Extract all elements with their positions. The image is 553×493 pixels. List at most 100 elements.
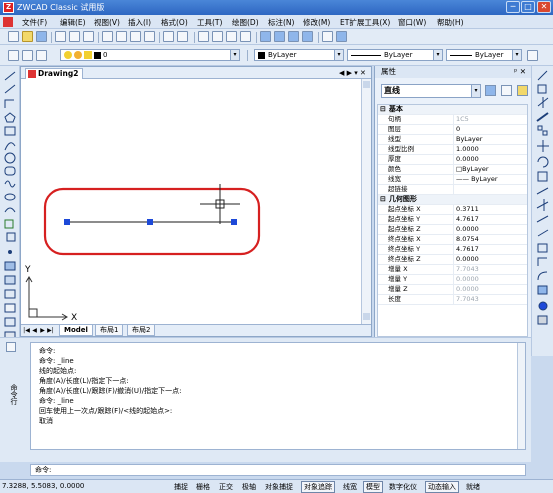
print-preview-icon[interactable] [69,31,80,42]
property-row[interactable]: 起点坐标 Y 4.7617 [378,215,527,225]
property-row[interactable]: 终点坐标 Y 4.7617 [378,245,527,255]
prev-layout-button[interactable]: ◀ [31,326,38,335]
property-value[interactable]: 7.7043 [456,295,527,304]
point-icon[interactable] [8,250,12,254]
command-window-icon[interactable] [6,342,16,352]
make-block-icon[interactable] [6,232,16,242]
status-toggle-button[interactable]: 正交 [216,481,236,493]
print-icon[interactable] [55,31,66,42]
property-value[interactable]: 0.0000 [456,155,527,164]
ellipse-icon[interactable] [4,193,16,201]
help-icon[interactable] [336,31,347,42]
rotate-icon[interactable] [537,156,549,168]
move-icon[interactable] [537,140,549,152]
join-icon[interactable] [537,243,548,253]
polyline-icon[interactable] [4,99,14,108]
arc-icon[interactable] [4,142,16,151]
undo-icon[interactable] [163,31,174,42]
property-row[interactable]: 终点坐标 Z 0.0000 [378,255,527,265]
status-toggle-button[interactable]: 动态输入 [425,481,459,493]
properties-controls[interactable]: ᵖ ✕ [514,66,526,78]
zoom-previous-icon[interactable] [240,31,251,42]
extend-icon[interactable] [536,215,549,223]
line-icon[interactable] [4,71,16,81]
status-toggle-button[interactable]: 栅格 [193,481,213,493]
array-icon[interactable] [537,125,543,131]
spline-icon[interactable] [4,180,16,188]
chamfer-icon[interactable] [537,257,547,266]
drawing-window-controls[interactable]: ◀ ▶ ▾ ✕ [339,69,366,77]
new-icon[interactable] [8,31,19,42]
status-toggle-button[interactable]: 数字化仪 [386,481,420,493]
property-value[interactable]: ByLayer [456,135,527,144]
property-row[interactable]: 线型 ByLayer [378,135,527,145]
drawing-canvas[interactable]: Y X [21,79,361,324]
menu-window[interactable]: 窗口(W) [398,17,426,28]
mirror-icon[interactable] [537,97,549,108]
property-row[interactable]: 超链接 [378,185,527,195]
wipeout-icon[interactable] [4,317,16,327]
tab-layout2[interactable]: 布局2 [127,325,156,336]
property-value[interactable]: 0.3711 [456,205,527,214]
linetype-select[interactable]: ByLayer ▾ [347,49,443,61]
design-center-icon[interactable] [274,31,285,42]
select-objects-icon[interactable] [501,85,512,96]
edit-text-icon[interactable] [537,315,548,325]
match-properties-icon[interactable] [144,31,155,42]
rectangle-icon[interactable] [4,126,16,136]
menu-modify[interactable]: 修改(M) [303,17,330,28]
menu-tools[interactable]: 工具(T) [197,17,222,28]
break-icon[interactable] [537,229,549,237]
close-button[interactable]: ✕ [537,1,551,13]
tab-model[interactable]: Model [59,325,93,336]
cut-icon[interactable] [102,31,113,42]
property-value[interactable]: 4.7617 [456,215,527,224]
hatch-icon[interactable] [4,261,16,271]
property-value[interactable]: □ByLayer [456,165,527,174]
grip-start[interactable] [64,219,70,225]
calculator-icon[interactable] [322,31,333,42]
drawing-vertical-scrollbar[interactable] [361,79,371,324]
property-value[interactable]: 4.7617 [456,245,527,254]
grip-end[interactable] [231,219,237,225]
quick-select-icon[interactable] [517,85,528,96]
grip-mid[interactable] [147,219,153,225]
make-current-layer-icon[interactable] [36,50,47,61]
menu-view[interactable]: 视图(V) [94,17,120,28]
menu-dimension[interactable]: 标注(N) [268,17,294,28]
drawing-tab[interactable]: Drawing2 [25,68,84,79]
erase-icon[interactable] [537,70,548,81]
copy-object-icon[interactable] [537,84,547,94]
property-group[interactable]: ⊟ 几何图形 [378,195,527,205]
command-input[interactable]: 命令: [30,464,526,476]
status-toggle-button[interactable]: 就绪 [463,481,483,493]
menu-file[interactable]: 文件(F) [22,17,47,28]
insert-block-icon[interactable] [4,219,14,229]
trim-icon[interactable] [536,199,549,211]
polygon-icon[interactable] [4,112,16,123]
menu-help[interactable]: 帮助(H) [437,17,464,28]
plot-style-icon[interactable] [527,50,538,61]
property-row[interactable]: 颜色 □ByLayer [378,165,527,175]
property-value[interactable]: 0.0000 [456,275,527,284]
paste-icon[interactable] [130,31,141,42]
property-value[interactable]: 1.0000 [456,145,527,154]
property-row[interactable]: 起点坐标 Z 0.0000 [378,225,527,235]
minimize-button[interactable]: ─ [506,1,520,13]
properties-icon[interactable] [260,31,271,42]
next-layout-button[interactable]: ▶ [39,326,46,335]
property-value[interactable]: 0.0000 [456,285,527,294]
property-group[interactable]: ⊟ 基本 [378,105,527,115]
property-row[interactable]: 起点坐标 X 0.3711 [378,205,527,215]
copy-icon[interactable] [116,31,127,42]
lineweight-select[interactable]: ByLayer ▾ [446,49,522,61]
property-row[interactable]: 终点坐标 X 8.0754 [378,235,527,245]
revcloud-icon[interactable] [4,166,16,176]
property-row[interactable]: 句柄 1C5 [378,115,527,125]
property-row[interactable]: 线宽 —— ByLayer [378,175,527,185]
zoom-realtime-icon[interactable] [212,31,223,42]
property-value[interactable]: 0.0000 [456,255,527,264]
collapse-toggle-icon[interactable]: ⊟ [380,105,386,113]
first-layout-button[interactable]: |◀ [23,326,30,335]
property-value[interactable]: 1C5 [456,115,527,124]
